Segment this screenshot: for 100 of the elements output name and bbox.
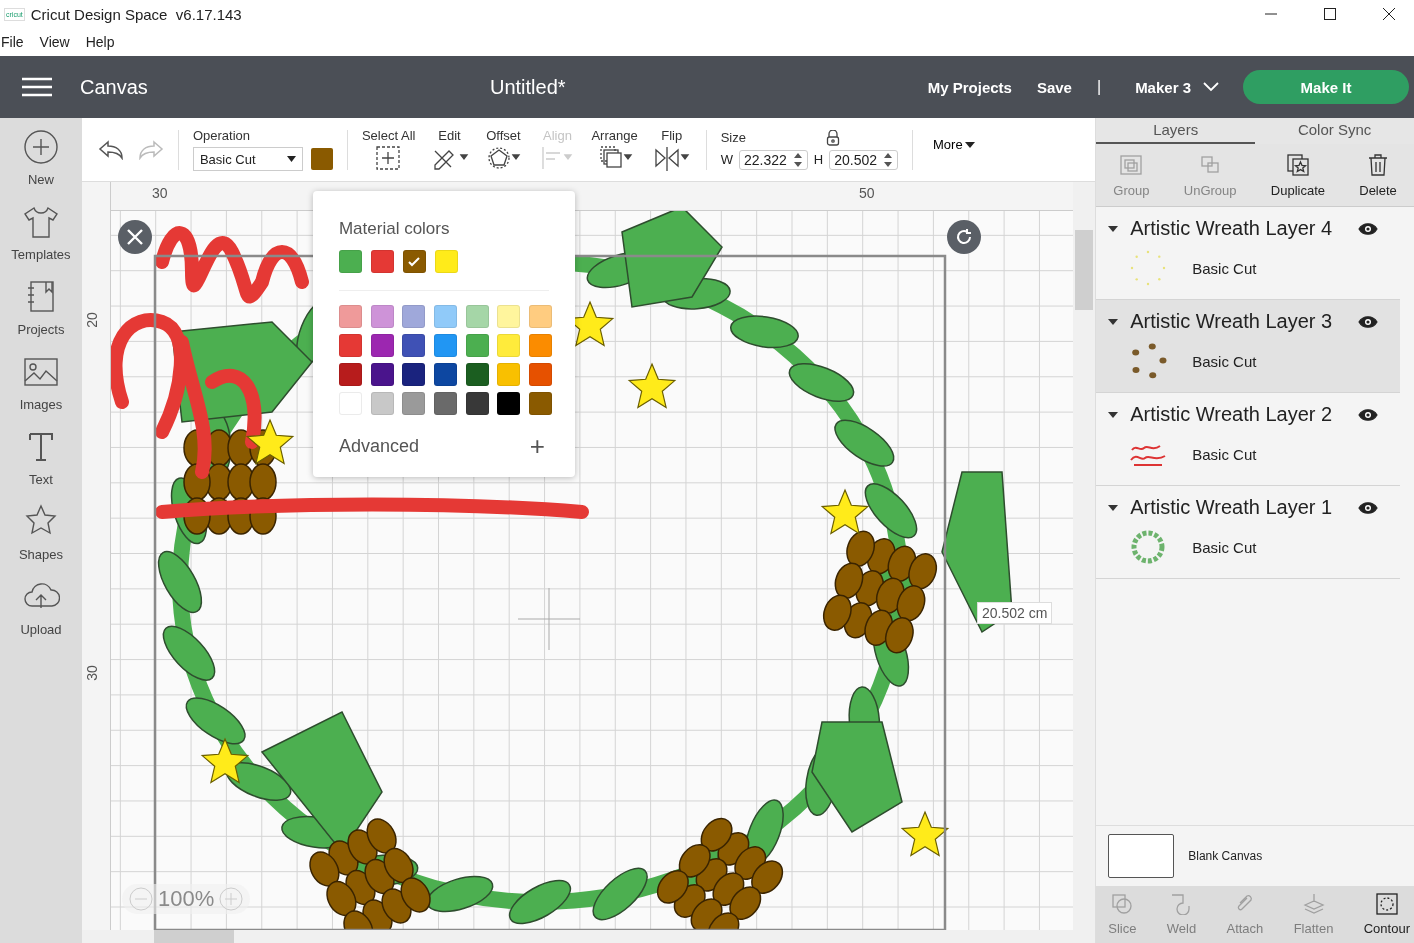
contour-button[interactable]: Contour bbox=[1363, 893, 1410, 936]
layer-operation: Basic Cut bbox=[1192, 259, 1257, 277]
color-swatch[interactable] bbox=[529, 363, 553, 386]
blank-canvas-swatch[interactable] bbox=[1108, 834, 1175, 878]
height-field[interactable]: 20.502 bbox=[829, 149, 898, 170]
color-swatch[interactable] bbox=[338, 305, 362, 328]
color-swatch[interactable] bbox=[434, 250, 458, 273]
visibility-icon[interactable] bbox=[1358, 407, 1379, 422]
stepper-icon[interactable] bbox=[883, 151, 893, 168]
sidebar-item[interactable]: Upload bbox=[4, 578, 78, 637]
color-swatch[interactable] bbox=[402, 250, 426, 273]
caret-icon[interactable] bbox=[1108, 504, 1119, 511]
color-swatch[interactable] bbox=[370, 363, 394, 386]
color-swatch[interactable] bbox=[402, 334, 426, 357]
color-swatch[interactable] bbox=[465, 363, 489, 386]
undo-icon[interactable] bbox=[97, 139, 124, 160]
color-swatch[interactable] bbox=[529, 334, 553, 357]
size-label: Size bbox=[720, 130, 746, 145]
color-swatch[interactable] bbox=[402, 363, 426, 386]
sidebar-item[interactable]: Shapes bbox=[4, 503, 78, 562]
arrange-tool[interactable]: Arrange bbox=[591, 128, 638, 171]
color-swatch[interactable] bbox=[402, 305, 426, 328]
header-link[interactable]: Save bbox=[1036, 78, 1072, 96]
color-swatch[interactable] bbox=[338, 334, 362, 357]
color-swatch[interactable] bbox=[370, 250, 394, 273]
rotate-handle[interactable] bbox=[946, 220, 981, 254]
operation-dropdown[interactable]: Basic Cut bbox=[192, 147, 303, 171]
caret-icon[interactable] bbox=[1108, 318, 1119, 325]
caret-icon[interactable] bbox=[1108, 225, 1119, 232]
visibility-icon[interactable] bbox=[1358, 314, 1379, 329]
sidebar-item[interactable]: New bbox=[4, 128, 78, 187]
check-icon bbox=[408, 256, 421, 267]
edit-tool[interactable]: Edit bbox=[429, 128, 470, 171]
sidebar-label: Upload bbox=[20, 622, 62, 637]
color-swatch[interactable] bbox=[338, 250, 362, 273]
close-icon[interactable] bbox=[1382, 7, 1396, 21]
page-title: Canvas bbox=[80, 75, 149, 99]
color-swatch[interactable] bbox=[338, 363, 362, 386]
layer-operation: Basic Cut bbox=[1192, 445, 1257, 463]
new-icon bbox=[21, 128, 60, 166]
color-swatch[interactable] bbox=[497, 334, 521, 357]
scrollbar-thumb[interactable] bbox=[1075, 230, 1094, 310]
visibility-icon[interactable] bbox=[1358, 500, 1379, 515]
offset-tool[interactable]: Offset bbox=[483, 128, 524, 171]
add-color-button[interactable]: + bbox=[525, 433, 549, 459]
color-swatch[interactable] bbox=[497, 392, 521, 415]
ruler-label: 30 bbox=[83, 665, 100, 681]
panel-tab[interactable]: Color Sync bbox=[1255, 118, 1414, 144]
caret-icon bbox=[964, 141, 975, 148]
color-swatch[interactable] bbox=[465, 334, 489, 357]
layer-name: Artistic Wreath Layer 3 bbox=[1130, 310, 1333, 333]
layer-item[interactable]: Artistic Wreath Layer 3 Basic Cut bbox=[1096, 300, 1401, 393]
menu-item[interactable]: File bbox=[1, 34, 24, 50]
color-swatch[interactable] bbox=[465, 305, 489, 328]
delete-selection-button[interactable] bbox=[117, 220, 152, 254]
delete-button[interactable]: Delete bbox=[1359, 152, 1397, 198]
menu-item[interactable]: Help bbox=[85, 34, 115, 50]
stepper-icon[interactable] bbox=[792, 151, 803, 168]
color-swatch[interactable] bbox=[370, 334, 394, 357]
advanced-label: Advanced bbox=[338, 435, 419, 457]
layer-item[interactable]: Artistic Wreath Layer 2 Basic Cut bbox=[1096, 393, 1401, 486]
sidebar-item[interactable]: Projects bbox=[4, 278, 78, 337]
layer-operation: Basic Cut bbox=[1192, 538, 1257, 556]
color-swatch[interactable] bbox=[497, 363, 521, 386]
width-field[interactable]: 22.322 bbox=[738, 149, 808, 170]
color-swatch[interactable] bbox=[370, 392, 394, 415]
sidebar-item[interactable]: Text bbox=[4, 428, 78, 487]
visibility-icon[interactable] bbox=[1358, 221, 1379, 236]
material-color-swatch[interactable] bbox=[310, 148, 333, 170]
color-swatch[interactable] bbox=[434, 305, 457, 328]
color-swatch[interactable] bbox=[434, 392, 457, 415]
sidebar-item[interactable]: Images bbox=[4, 353, 78, 412]
select-all-tool[interactable]: Select All bbox=[361, 128, 416, 171]
header-link[interactable]: My Projects bbox=[927, 78, 1012, 96]
color-swatch[interactable] bbox=[434, 334, 457, 357]
more-dropdown[interactable]: More bbox=[927, 136, 981, 153]
scrollbar-thumb[interactable] bbox=[153, 930, 234, 943]
sidebar-item[interactable]: Templates bbox=[4, 203, 78, 262]
layer-name: Artistic Wreath Layer 4 bbox=[1130, 217, 1333, 240]
color-swatch[interactable] bbox=[529, 392, 553, 415]
flip-tool[interactable]: Flip bbox=[651, 128, 692, 171]
color-swatch[interactable] bbox=[370, 305, 394, 328]
lock-icon[interactable] bbox=[826, 129, 840, 146]
color-swatch[interactable] bbox=[497, 305, 521, 328]
sidebar-label: Text bbox=[29, 472, 53, 487]
maximize-icon[interactable] bbox=[1323, 7, 1337, 21]
contour-icon bbox=[1375, 893, 1398, 915]
duplicate-icon bbox=[1285, 152, 1310, 177]
menu-icon[interactable] bbox=[22, 77, 52, 97]
selection-frame[interactable] bbox=[153, 254, 947, 930]
menu-item[interactable]: View bbox=[39, 34, 70, 50]
color-swatch[interactable] bbox=[434, 363, 457, 386]
color-swatch[interactable] bbox=[529, 305, 553, 328]
color-swatch[interactable] bbox=[402, 392, 426, 415]
caret-icon[interactable] bbox=[1108, 411, 1119, 418]
duplicate-button[interactable]: Duplicate bbox=[1270, 152, 1325, 198]
layer-item[interactable]: Artistic Wreath Layer 1 Basic Cut bbox=[1096, 486, 1401, 579]
machine-dropdown[interactable]: Maker 3 bbox=[1129, 77, 1225, 97]
color-swatch[interactable] bbox=[465, 392, 489, 415]
operation-label: Operation bbox=[192, 128, 252, 143]
